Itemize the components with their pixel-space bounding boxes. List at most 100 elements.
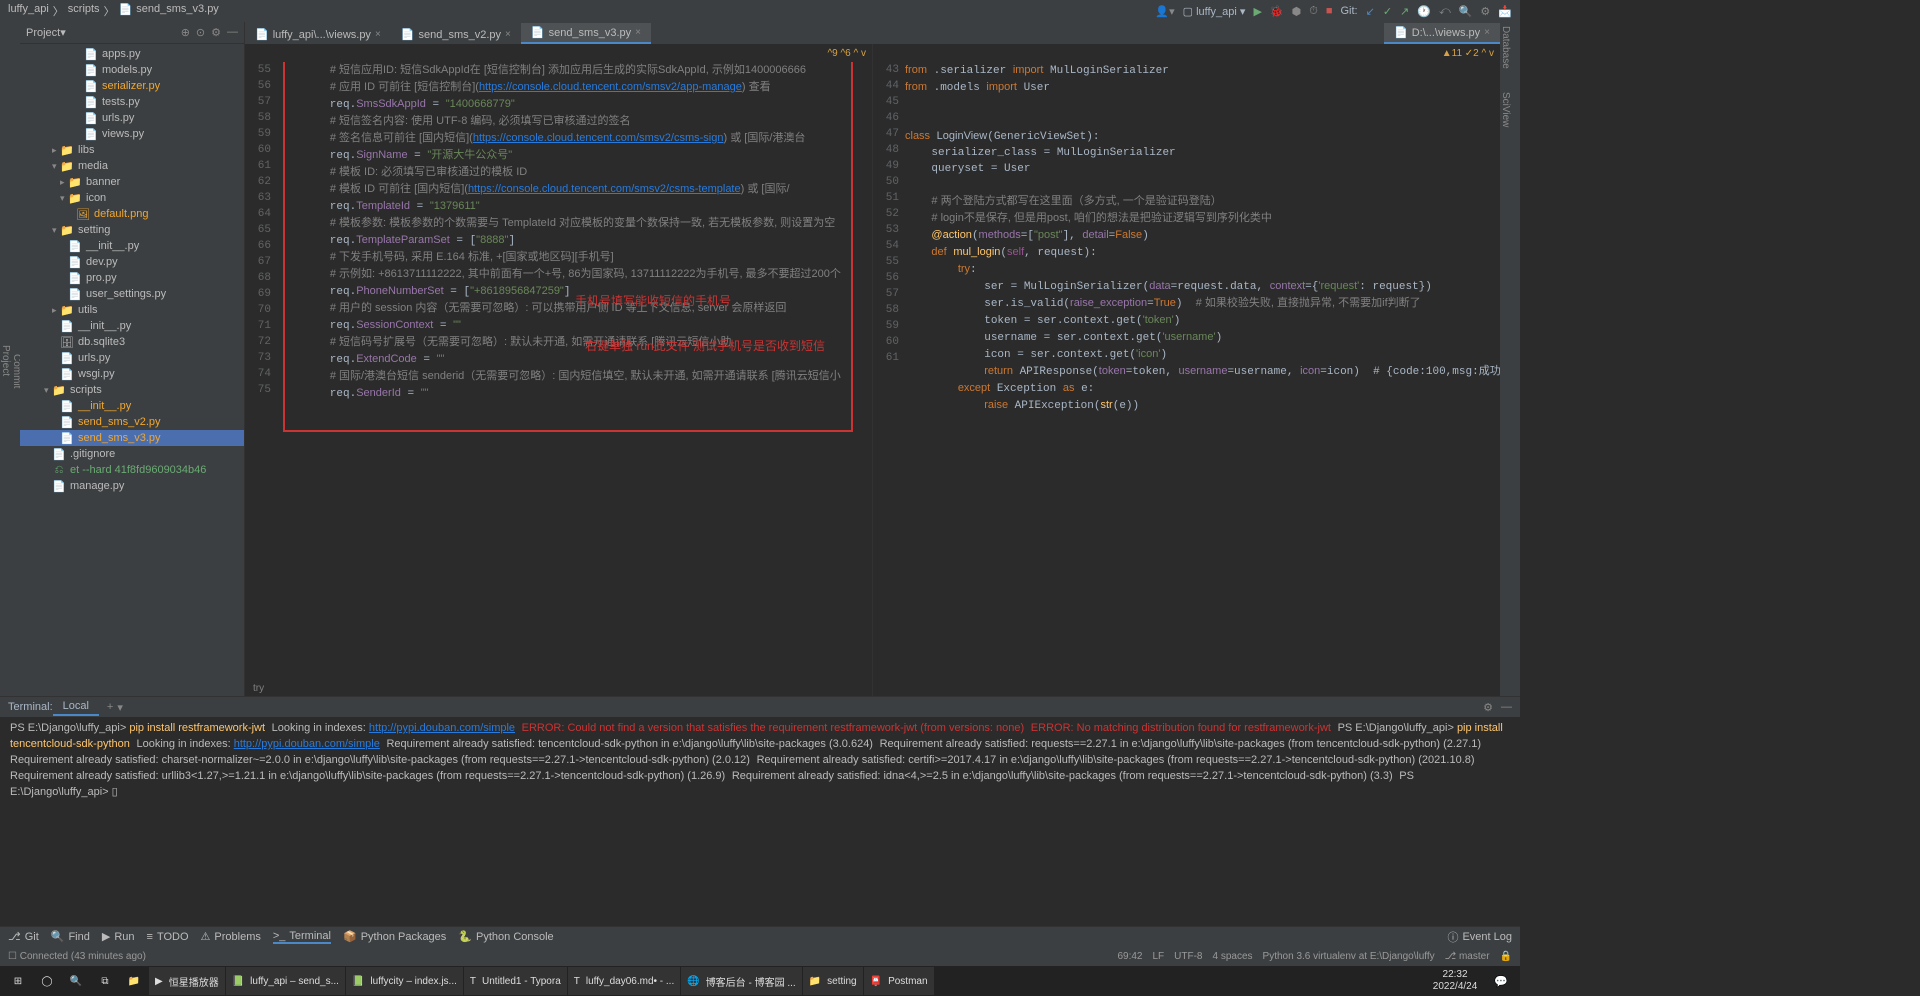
taskbar-item[interactable]: ⊞ <box>4 967 32 995</box>
taskbar-item[interactable]: TUntitled1 - Typora <box>464 967 567 995</box>
inspection-badge[interactable]: ▲11 ✓2 ^ v <box>1442 48 1494 59</box>
taskbar-item[interactable]: 📮Postman <box>864 967 934 995</box>
coverage-icon[interactable]: ⬢ <box>1292 5 1302 18</box>
tree-item[interactable]: 📄wsgi.py <box>20 366 244 382</box>
gear-icon[interactable]: ⚙ <box>1480 5 1490 18</box>
notification-icon[interactable]: 💬 <box>1486 975 1516 988</box>
tree-item[interactable]: 📄.gitignore <box>20 446 244 462</box>
scope-indicator: try <box>245 681 872 696</box>
tree-item[interactable]: ⎌et --hard 41f8fd9609034b46 <box>20 462 244 478</box>
vcs-update-icon[interactable]: ↙ <box>1366 5 1375 18</box>
tree-item[interactable]: 📄manage.py <box>20 478 244 494</box>
tab-send-sms-v3[interactable]: 📄send_sms_v3.py× <box>521 23 651 44</box>
gutter[interactable]: 43 44 45 46 47 48 49 50 51 52 53 54 55 5… <box>873 62 905 696</box>
tree-item[interactable]: ▾📁setting <box>20 222 244 238</box>
database-tool-icon[interactable]: Database <box>1500 26 1511 69</box>
terminal-dropdown-icon[interactable]: ▾ <box>117 701 123 714</box>
tree-item[interactable]: 🗄db.sqlite3 <box>20 334 244 350</box>
line-ending[interactable]: LF <box>1152 951 1164 962</box>
vcs-commit-icon[interactable]: ✓ <box>1383 5 1392 18</box>
gutter[interactable]: 55 56 57 58 59 60 61 62 63 64 65 66 67 6… <box>245 62 277 681</box>
tree-item[interactable]: 📄models.py <box>20 62 244 78</box>
vcs-push-icon[interactable]: ↗ <box>1400 5 1409 18</box>
tree-item[interactable]: 📄__init__.py <box>20 238 244 254</box>
tree-item[interactable]: 📄urls.py <box>20 350 244 366</box>
tree-item[interactable]: 📄user_settings.py <box>20 286 244 302</box>
select-icon[interactable]: ⊙ <box>196 26 205 39</box>
left-tool-rail[interactable]: Project Commit <box>0 22 20 696</box>
editor-pane-left: ^9 ^6 ^ v 55 56 57 58 59 60 61 62 63 64 … <box>245 44 873 696</box>
tree-item[interactable]: 🖼default.png <box>20 206 244 222</box>
right-tool-rail[interactable]: Database SciView <box>1500 22 1520 696</box>
code-editor[interactable]: from .serializer import MulLoginSerializ… <box>905 62 1500 696</box>
taskbar-item[interactable]: 📗luffycity – index.js... <box>346 967 463 995</box>
taskbar-item[interactable]: 🌐博客后台 - 博客园 ... <box>681 967 801 995</box>
terminal-hide-icon[interactable]: — <box>1501 701 1512 714</box>
close-icon[interactable]: × <box>375 29 381 40</box>
close-icon[interactable]: × <box>635 27 641 38</box>
encoding[interactable]: UTF-8 <box>1174 951 1202 962</box>
rollback-icon[interactable]: ⤺ <box>1439 5 1451 18</box>
history-icon[interactable]: 🕐 <box>1417 5 1431 18</box>
terminal-gear-icon[interactable]: ⚙ <box>1483 701 1493 714</box>
tree-item[interactable]: 📄urls.py <box>20 110 244 126</box>
project-panel: Project ▾ ⊕ ⊙ ⚙ — 📄apps.py📄models.py📄ser… <box>20 22 245 696</box>
tab-views[interactable]: 📄luffy_api\...\views.py× <box>245 25 391 44</box>
debug-icon[interactable]: 🐞 <box>1270 5 1284 18</box>
run-config-dropdown[interactable]: ▢ luffy_api ▾ <box>1183 5 1246 18</box>
run-icon[interactable]: ▶ <box>1253 5 1261 18</box>
tree-item[interactable]: ▸📁libs <box>20 142 244 158</box>
taskbar-item[interactable]: 🔍 <box>62 967 90 995</box>
sciview-tool-icon[interactable]: SciView <box>1500 92 1511 127</box>
taskbar-item[interactable]: 📁 <box>120 967 148 995</box>
tree-item[interactable]: 📄tests.py <box>20 94 244 110</box>
profile-icon[interactable]: ⏱ <box>1309 5 1318 18</box>
tree-item[interactable]: 📄views.py <box>20 126 244 142</box>
code-editor[interactable]: # 短信应用ID: 短信SdkAppId在 [短信控制台] 添加应用后生成的实际… <box>277 62 872 681</box>
tab-views-right[interactable]: 📄D:\...\views.py× <box>1384 23 1500 44</box>
taskbar-item[interactable]: ⧉ <box>91 967 119 995</box>
collapse-icon[interactable]: ⊕ <box>181 26 190 39</box>
interpreter[interactable]: Python 3.6 virtualenv at E:\Django\luffy <box>1263 951 1435 962</box>
tab-send-sms-v2[interactable]: 📄send_sms_v2.py× <box>391 25 521 44</box>
stop-icon[interactable]: ■ <box>1326 5 1333 17</box>
search-icon[interactable]: 🔍 <box>1459 5 1473 18</box>
tree-item[interactable]: ▾📁media <box>20 158 244 174</box>
tree-item[interactable]: 📄serializer.py <box>20 78 244 94</box>
tree-item[interactable]: 📄apps.py <box>20 46 244 62</box>
close-icon[interactable]: × <box>1484 27 1490 38</box>
hide-icon[interactable]: — <box>227 26 238 39</box>
tree-item[interactable]: 📄send_sms_v2.py <box>20 414 244 430</box>
taskbar-item[interactable]: Tluffy_day06.md• - ... <box>568 967 680 995</box>
taskbar-item[interactable]: 📁setting <box>803 967 863 995</box>
tree-item[interactable]: ▸📁utils <box>20 302 244 318</box>
git-branch[interactable]: ⎇ master <box>1445 951 1490 962</box>
statusbar: ☐ Connected (43 minutes ago) 69:42 LF UT… <box>0 946 1520 966</box>
tree-item[interactable]: 📄pro.py <box>20 270 244 286</box>
tree-item[interactable]: 📄dev.py <box>20 254 244 270</box>
terminal-output[interactable]: PS E:\Django\luffy_api> pip install rest… <box>0 717 1520 926</box>
cursor-position[interactable]: 69:42 <box>1117 951 1142 962</box>
taskbar-item[interactable]: ▶恒星播放器 <box>149 967 225 995</box>
project-tool-icon[interactable]: Project <box>0 345 11 376</box>
tree-item[interactable]: 📄__init__.py <box>20 398 244 414</box>
indent[interactable]: 4 spaces <box>1213 951 1253 962</box>
lock-icon[interactable]: 🔒 <box>1500 951 1512 962</box>
bell-icon[interactable]: 📩 <box>1498 5 1512 18</box>
tree-item[interactable]: ▸📁banner <box>20 174 244 190</box>
tree-item[interactable]: 📄send_sms_v3.py <box>20 430 244 446</box>
tree-item[interactable]: ▾📁scripts <box>20 382 244 398</box>
settings-icon[interactable]: ⚙ <box>211 26 221 39</box>
breadcrumb[interactable]: luffy_api〉 scripts〉 📄 send_sms_v3.py <box>8 3 219 19</box>
project-tree[interactable]: 📄apps.py📄models.py📄serializer.py📄tests.p… <box>20 44 244 696</box>
taskbar-item[interactable]: 📗luffy_api – send_s... <box>226 967 345 995</box>
system-clock[interactable]: 22:322022/4/24 <box>1425 969 1486 993</box>
new-terminal-icon[interactable]: + <box>107 701 113 713</box>
close-icon[interactable]: × <box>505 29 511 40</box>
inspection-badge[interactable]: ^9 ^6 ^ v <box>827 48 866 59</box>
user-icon[interactable]: 👤▾ <box>1155 5 1174 18</box>
taskbar-item[interactable]: ◯ <box>33 967 61 995</box>
terminal-tab-local[interactable]: Local <box>53 698 99 716</box>
tree-item[interactable]: ▾📁icon <box>20 190 244 206</box>
tree-item[interactable]: 📄__init__.py <box>20 318 244 334</box>
